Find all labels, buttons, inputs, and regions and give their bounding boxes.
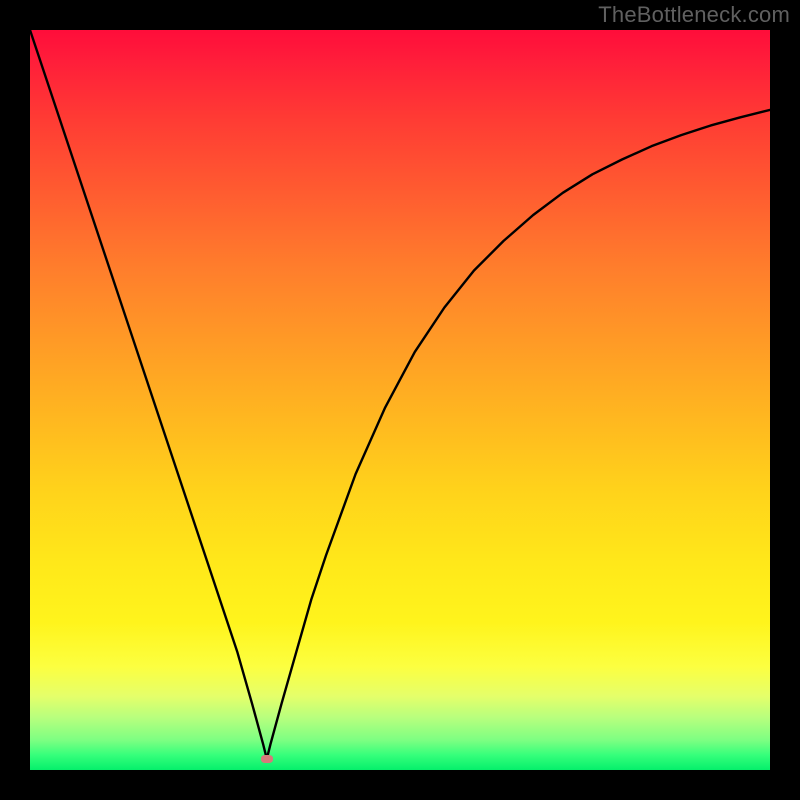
dip-marker xyxy=(261,755,273,763)
bottleneck-curve xyxy=(30,30,770,759)
watermark-text: TheBottleneck.com xyxy=(598,2,790,28)
curve-svg xyxy=(30,30,770,770)
chart-frame: TheBottleneck.com xyxy=(0,0,800,800)
plot-area xyxy=(30,30,770,770)
